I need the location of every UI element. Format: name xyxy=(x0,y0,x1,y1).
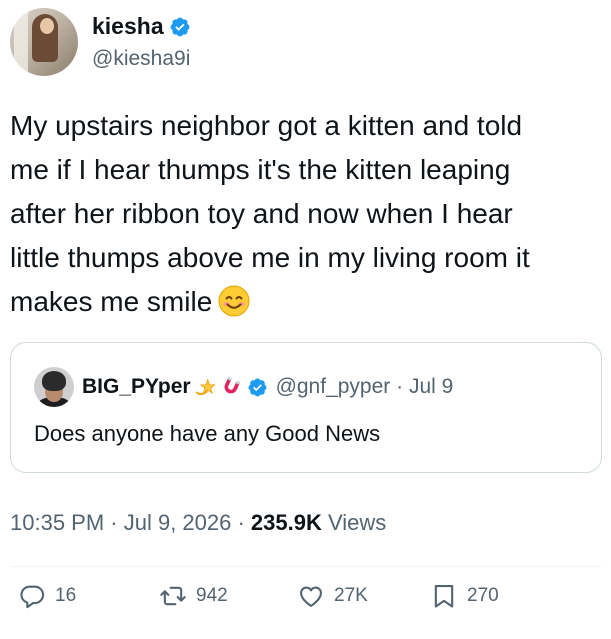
repost-count: 942 xyxy=(196,585,228,606)
tweet-text-line: after her ribbon toy and now when I hear xyxy=(10,198,513,229)
quoted-tweet[interactable]: BIG_PYper @gnf_pyper · Jul 9 Does anyone… xyxy=(10,342,602,473)
like-button[interactable]: 27K xyxy=(297,582,368,610)
author-names: kiesha @kiesha9i xyxy=(92,13,191,71)
bookmark-button[interactable]: 270 xyxy=(430,582,499,610)
tweet-text-line: me if I hear thumps it's the kitten leap… xyxy=(10,154,511,185)
quoted-tweet-text: Does anyone have any Good News xyxy=(34,421,381,446)
repost-button[interactable]: 942 xyxy=(159,582,228,610)
quoted-author-avatar[interactable] xyxy=(34,367,74,407)
tweet-timestamp[interactable]: 10:35 PM · Jul 9, 2026 · xyxy=(10,510,251,535)
views-label: Views xyxy=(321,510,387,535)
like-count: 27K xyxy=(334,585,368,606)
verified-badge-icon xyxy=(248,378,267,396)
verified-badge-icon xyxy=(170,17,190,36)
tweet-author: kiesha @kiesha9i xyxy=(10,8,191,76)
quoted-tweet-header: BIG_PYper @gnf_pyper · Jul 9 xyxy=(34,367,453,407)
tweet-action-bar: 16 942 27K 270 xyxy=(0,582,611,626)
dizzy-star-emoji-icon xyxy=(195,378,216,396)
author-avatar[interactable] xyxy=(10,8,78,76)
tweet-meta: 10:35 PM · Jul 9, 2026 · 235.9K Views xyxy=(10,510,386,536)
views-count: 235.9K xyxy=(250,510,322,535)
reply-icon xyxy=(20,585,45,609)
author-handle[interactable]: @kiesha9i xyxy=(92,47,191,71)
heart-icon xyxy=(300,586,322,607)
tweet-text: My upstairs neighbor got a kitten and to… xyxy=(10,104,605,324)
repost-icon xyxy=(160,586,186,606)
quoted-author-handle-date[interactable]: @gnf_pyper · Jul 9 xyxy=(276,375,454,399)
tweet-text-line: makes me smile xyxy=(10,286,213,317)
smiling-face-emoji-icon xyxy=(218,285,250,317)
author-name-row: kiesha xyxy=(92,13,191,40)
bookmark-count: 270 xyxy=(467,585,499,606)
reply-count: 16 xyxy=(55,585,77,606)
tweet-text-line: little thumps above me in my living room… xyxy=(10,242,530,273)
divider xyxy=(10,566,601,567)
author-display-name[interactable]: kiesha xyxy=(92,13,164,40)
quoted-author-display-name[interactable]: BIG_PYper xyxy=(82,375,191,399)
reply-button[interactable]: 16 xyxy=(18,582,76,610)
magnet-emoji-icon xyxy=(224,376,240,394)
bookmark-icon xyxy=(434,585,454,608)
tweet-text-line: My upstairs neighbor got a kitten and to… xyxy=(10,110,523,141)
